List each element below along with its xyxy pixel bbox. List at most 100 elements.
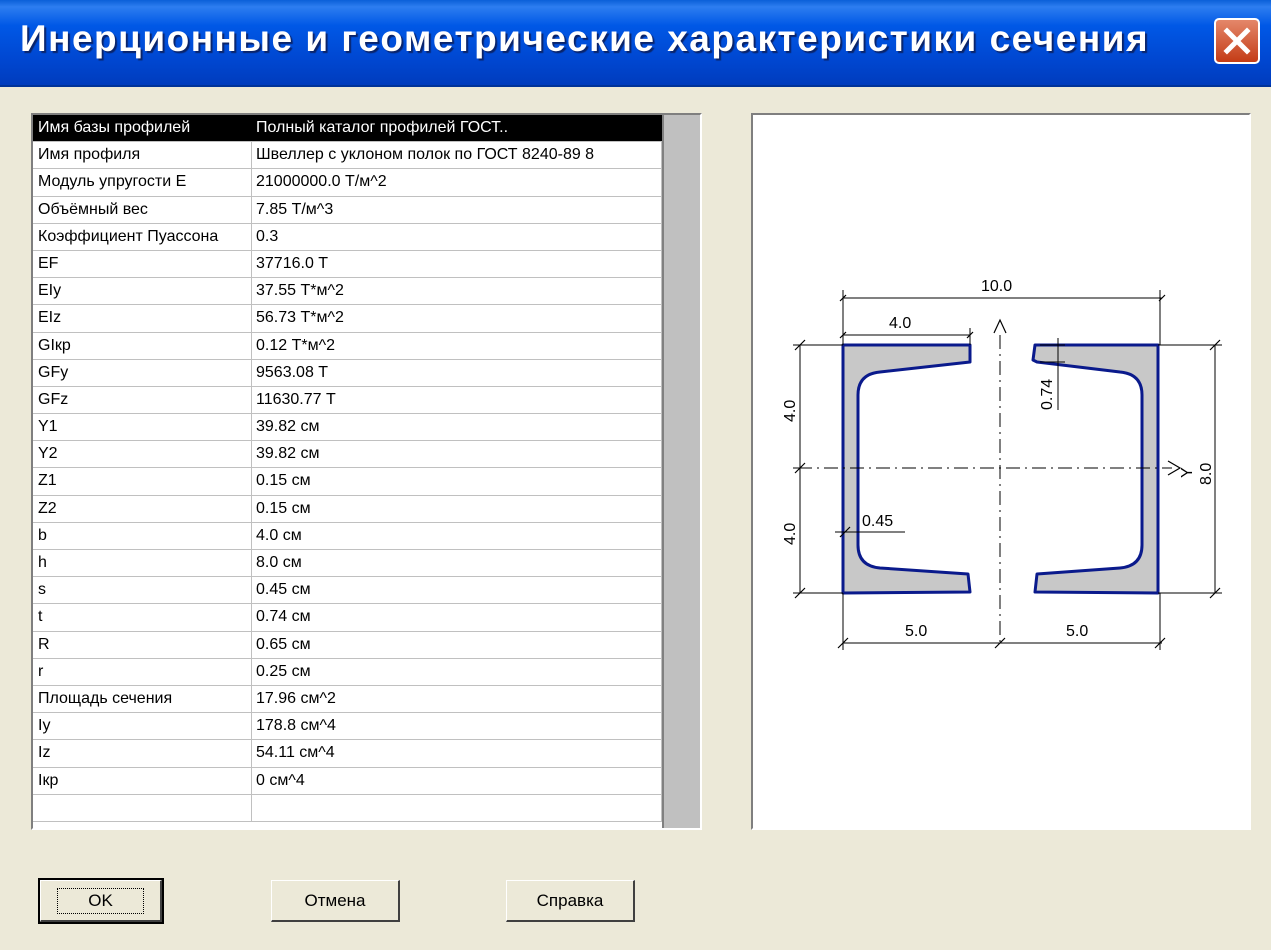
property-name-cell: Y1 [33,414,252,441]
table-row[interactable]: h 8.0 см [33,550,662,578]
table-row[interactable]: EF 37716.0 Т [33,250,662,279]
table-row[interactable]: EIy 37.55 Т*м^2 [33,278,662,306]
property-value-cell[interactable]: 0.45 см [252,577,662,604]
properties-grid[interactable]: Имя базы профилей Полный каталог профилей… [31,113,702,830]
property-value-cell[interactable]: 0.3 [252,223,662,250]
dim-half-height-top: 4.0 [782,400,799,422]
dim-total-width: 10.0 [981,278,1012,295]
property-value-cell[interactable]: 37.55 Т*м^2 [252,278,662,305]
property-value-cell[interactable]: 39.82 см [252,414,662,441]
property-value-cell[interactable]: 37716.0 Т [252,250,662,278]
property-name-cell: Имя профиля [33,142,252,169]
help-button[interactable]: Справка [506,880,635,922]
table-row[interactable]: r 0.25 см [33,658,662,686]
table-row[interactable]: EIz 56.73 Т*м^2 [33,305,662,333]
property-name-cell: Y2 [33,441,252,468]
dim-height: 8.0 [1198,463,1215,485]
table-row[interactable]: Коэффициент Пуассона 0.3 [33,223,662,251]
table-row[interactable]: Z1 0.15 см [33,468,662,496]
help-button-label: Справка [536,890,604,910]
dim-flange-width: 4.0 [889,315,911,332]
property-name-cell: GIкр [33,332,252,359]
property-value-cell[interactable]: 11630.77 Т [252,386,662,414]
property-name-cell [33,794,252,821]
table-row[interactable]: b 4.0 см [33,522,662,550]
property-value-cell[interactable] [252,794,662,821]
property-name-cell: h [33,550,252,577]
window-title: Инерционные и геометрические характерист… [20,18,1150,59]
table-row[interactable]: Объёмный вес 7.85 Т/м^3 [33,196,662,224]
channel-section-drawing: 10.0 4.0 0.74 4.0 4.0 0.45 8.0 Y 5.0 5.0 [782,278,1222,650]
property-value-cell[interactable]: 17.96 см^2 [252,685,662,713]
property-value-cell[interactable]: 21000000.0 Т/м^2 [252,169,662,196]
table-row[interactable] [33,794,662,822]
table-row[interactable]: Модуль упругости E 21000000.0 Т/м^2 [33,169,662,197]
property-name-cell: EIz [33,305,252,332]
property-name-cell: EIy [33,278,252,305]
property-name-cell: Iкр [33,767,252,794]
property-value-cell[interactable]: 0.15 см [252,495,662,522]
section-drawing-panel: 10.0 4.0 0.74 4.0 4.0 0.45 8.0 Y 5.0 5.0 [751,113,1251,830]
property-value-cell[interactable]: 7.85 Т/м^3 [252,196,662,223]
table-row[interactable]: Iкр 0 см^4 [33,767,662,795]
property-name-cell: Iy [33,713,252,740]
grid-rows: Имя базы профилей Полный каталог профилей… [33,115,662,822]
property-value-cell[interactable]: 0.12 Т*м^2 [252,332,662,359]
title-bar[interactable]: Инерционные и геометрические характерист… [0,0,1271,87]
property-value-cell[interactable]: Швеллер с уклоном полок по ГОСТ 8240-89 … [252,142,662,169]
property-value-cell[interactable]: 0.74 см [252,604,662,631]
table-row[interactable]: t 0.74 см [33,604,662,632]
table-row[interactable]: R 0.65 см [33,631,662,659]
table-row[interactable]: GFz 11630.77 Т [33,386,662,415]
property-value-cell[interactable]: 8.0 см [252,550,662,577]
grid-scroll-area[interactable] [662,115,700,828]
property-value-cell[interactable]: 0 см^4 [252,767,662,794]
axis-arrow-icon [993,318,1007,334]
table-row[interactable]: Имя профиля Швеллер с уклоном полок по ГО… [33,142,662,170]
dim-flange-thickness: 0.74 [1039,379,1056,410]
property-name-cell: Коэффициент Пуассона [33,223,252,250]
table-row[interactable]: Iy 178.8 см^4 [33,713,662,741]
table-row[interactable]: GFy 9563.08 Т [33,359,662,387]
property-name-cell: Модуль упругости E [33,169,252,196]
property-value-cell[interactable]: 4.0 см [252,522,662,549]
close-button[interactable] [1214,18,1260,64]
table-row[interactable]: Y2 39.82 см [33,441,662,469]
dim-web-thickness: 0.45 [862,513,893,530]
property-name-cell: EF [33,250,252,278]
property-name-cell: GFz [33,386,252,414]
cancel-button[interactable]: Отмена [271,880,400,922]
table-row[interactable]: Z2 0.15 см [33,495,662,523]
table-row[interactable]: Iz 54.11 см^4 [33,740,662,768]
property-name-cell: Z1 [33,468,252,495]
dim-right-half: 5.0 [1066,623,1088,640]
property-value-cell[interactable]: 54.11 см^4 [252,740,662,767]
cancel-button-label: Отмена [304,890,366,910]
table-row[interactable]: s 0.45 см [33,577,662,605]
property-value-cell[interactable]: 56.73 Т*м^2 [252,305,662,332]
table-row[interactable]: Y1 39.82 см [33,414,662,442]
property-name-cell: R [33,631,252,658]
close-icon [1223,27,1251,55]
property-value-cell[interactable]: 9563.08 Т [252,359,662,386]
property-value-cell[interactable]: Полный каталог профилей ГОСТ.. [252,115,662,142]
property-value-cell[interactable]: 39.82 см [252,441,662,468]
property-value-cell[interactable]: 178.8 см^4 [252,713,662,740]
table-header-row[interactable]: Имя базы профилей Полный каталог профилей… [33,115,662,143]
property-value-cell[interactable]: 0.15 см [252,468,662,495]
ok-button-label: OK [57,887,144,914]
property-name-cell: GFy [33,359,252,386]
property-value-cell[interactable]: 0.25 см [252,658,662,685]
property-name-cell: Имя базы профилей [33,115,252,142]
table-row[interactable]: Площадь сечения 17.96 см^2 [33,685,662,714]
property-value-cell[interactable]: 0.65 см [252,631,662,658]
property-name-cell: s [33,577,252,604]
dim-half-height-bottom: 4.0 [782,523,799,545]
property-name-cell: Площадь сечения [33,685,252,713]
property-name-cell: Iz [33,740,252,767]
ok-button[interactable]: OK [38,878,164,924]
property-name-cell: Z2 [33,495,252,522]
left-channel-shape [841,343,972,595]
property-name-cell: b [33,522,252,549]
table-row[interactable]: GIкр 0.12 Т*м^2 [33,332,662,360]
